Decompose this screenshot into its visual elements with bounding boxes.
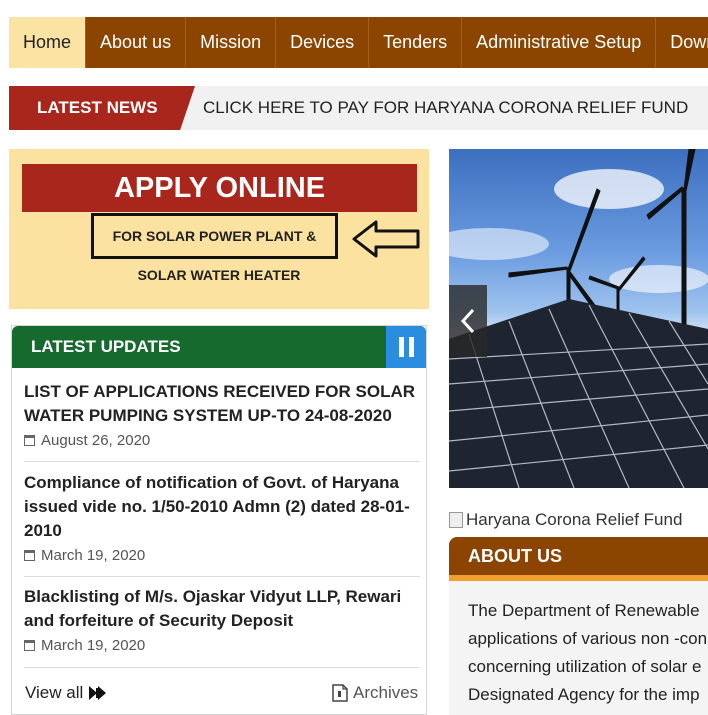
main-nav: Home About us Mission Devices Tenders Ad…	[9, 17, 708, 68]
apply-online-banner[interactable]: APPLY ONLINE	[22, 164, 417, 212]
news-ticker: LATEST NEWS CLICK HERE TO PAY FOR HARYAN…	[9, 86, 708, 130]
divider	[24, 576, 420, 577]
divider	[24, 667, 420, 668]
update-title[interactable]: LIST OF APPLICATIONS RECEIVED FOR SOLAR …	[24, 380, 420, 428]
update-item[interactable]: Blacklisting of M/s. Ojaskar Vidyut LLP,…	[24, 585, 420, 654]
view-all-link[interactable]: View all	[25, 683, 107, 703]
latest-updates-header: LATEST UPDATES	[12, 326, 426, 368]
update-title[interactable]: Blacklisting of M/s. Ojaskar Vidyut LLP,…	[24, 585, 420, 633]
update-item[interactable]: Compliance of notification of Govt. of H…	[24, 471, 420, 564]
update-date-text: August 26, 2020	[41, 432, 151, 449]
calendar-icon	[24, 640, 35, 651]
nav-item-home[interactable]: Home	[9, 17, 87, 68]
about-us-title: ABOUT US	[468, 545, 562, 566]
nav-item-mission[interactable]: Mission	[186, 17, 277, 68]
pause-button[interactable]	[386, 326, 426, 368]
apply-online-panel[interactable]: APPLY ONLINE FOR SOLAR POWER PLANT & SOL…	[9, 149, 429, 309]
pause-icon-bar	[408, 337, 414, 357]
relief-alt-text: Haryana Corona Relief Fund	[466, 510, 683, 529]
corona-relief-banner[interactable]: Haryana Corona Relief Fund	[449, 510, 682, 530]
calendar-icon	[24, 435, 35, 446]
update-date: August 26, 2020	[24, 432, 420, 449]
apply-solar-power-link[interactable]: FOR SOLAR POWER PLANT &	[91, 213, 338, 259]
nav-item-devices[interactable]: Devices	[276, 17, 370, 68]
image-slider[interactable]	[449, 149, 708, 488]
broken-image-icon	[449, 512, 463, 528]
nav-item-about-us[interactable]: About us	[86, 17, 187, 68]
pause-icon	[398, 337, 404, 357]
nav-item-tenders[interactable]: Tenders	[369, 17, 463, 68]
update-item[interactable]: LIST OF APPLICATIONS RECEIVED FOR SOLAR …	[24, 380, 420, 449]
news-link[interactable]: CLICK HERE TO PAY FOR HARYANA CORONA REL…	[203, 86, 688, 130]
latest-updates-panel: LATEST UPDATES LIST OF APPLICATIONS RECE…	[11, 325, 427, 715]
about-us-header: ABOUT US	[449, 537, 708, 581]
update-date: March 19, 2020	[24, 637, 420, 654]
nav-item-downloads[interactable]: Downl	[656, 17, 708, 68]
news-label: LATEST NEWS	[9, 86, 195, 130]
archives-label: Archives	[353, 683, 419, 702]
about-line: The Department of Renewable	[468, 601, 700, 620]
latest-updates-title: LATEST UPDATES	[31, 337, 181, 356]
update-title[interactable]: Compliance of notification of Govt. of H…	[24, 471, 420, 543]
update-date: March 19, 2020	[24, 547, 420, 564]
about-line: applications of various non -con	[468, 629, 708, 648]
double-chevron-right-icon	[89, 686, 107, 700]
file-archive-icon	[332, 684, 348, 702]
about-us-body: The Department of Renewable applications…	[449, 581, 708, 715]
update-date-text: March 19, 2020	[41, 637, 146, 654]
solar-wind-slide-image	[449, 149, 708, 488]
archives-link[interactable]: Archives	[332, 683, 418, 703]
view-all-label: View all	[25, 683, 84, 702]
divider	[24, 461, 420, 462]
update-date-text: March 19, 2020	[41, 547, 146, 564]
apply-solar-water-heater-link[interactable]: SOLAR WATER HEATER	[9, 267, 429, 283]
calendar-icon	[24, 550, 35, 561]
chevron-left-icon	[460, 308, 475, 334]
about-line: concerning utilization of solar e	[468, 657, 702, 676]
nav-item-administrative-setup[interactable]: Administrative Setup	[462, 17, 657, 68]
arrow-left-icon	[352, 220, 420, 258]
about-line: Designated Agency for the imp	[468, 685, 700, 704]
about-us-text: The Department of Renewable applications…	[468, 597, 708, 709]
slider-prev-button[interactable]	[449, 285, 487, 357]
